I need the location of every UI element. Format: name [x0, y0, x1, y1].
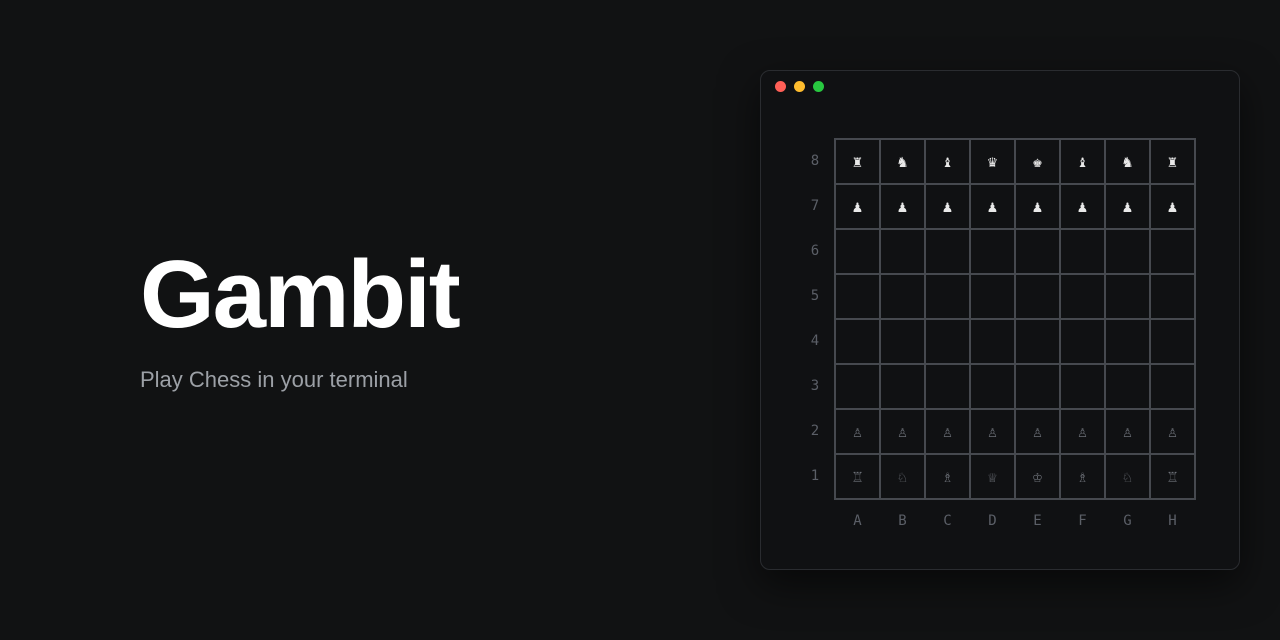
chess-square[interactable]: ♟: [835, 184, 880, 229]
rank-labels: 8 7 6 5 4 3 2 1: [804, 138, 826, 500]
chess-square[interactable]: [835, 229, 880, 274]
chess-square[interactable]: ♕: [970, 454, 1015, 499]
hero-title: Gambit: [140, 247, 720, 343]
chess-square[interactable]: [1015, 274, 1060, 319]
chess-square[interactable]: ♙: [1150, 409, 1195, 454]
chess-square[interactable]: ♗: [925, 454, 970, 499]
window-titlebar: [761, 71, 1239, 101]
chess-square[interactable]: [1150, 229, 1195, 274]
chess-square[interactable]: [835, 319, 880, 364]
chess-square[interactable]: ♟: [1015, 184, 1060, 229]
chess-square[interactable]: [1105, 274, 1150, 319]
terminal-window: 8 7 6 5 4 3 2 1 ♜♞♝♛♚♝♞♜♟♟♟♟♟♟♟♟♙♙♙♙♙♙♙♙…: [760, 70, 1240, 570]
chess-square[interactable]: ♝: [1060, 139, 1105, 184]
chess-square[interactable]: ♚: [1015, 139, 1060, 184]
chess-square[interactable]: [970, 364, 1015, 409]
chess-square[interactable]: [1105, 229, 1150, 274]
file-label: A: [835, 510, 880, 532]
chess-square[interactable]: [1150, 319, 1195, 364]
chess-square[interactable]: ♟: [1105, 184, 1150, 229]
chess-square[interactable]: [1105, 364, 1150, 409]
chess-square[interactable]: ♟: [925, 184, 970, 229]
zoom-icon[interactable]: [813, 81, 824, 92]
chess-square[interactable]: ♝: [925, 139, 970, 184]
chess-square[interactable]: [835, 274, 880, 319]
chess-square[interactable]: ♖: [835, 454, 880, 499]
chess-square[interactable]: ♜: [1150, 139, 1195, 184]
rank-label: 6: [804, 228, 826, 273]
file-label: G: [1105, 510, 1150, 532]
chess-square[interactable]: [970, 274, 1015, 319]
rank-label: 4: [804, 318, 826, 363]
hero-subtitle: Play Chess in your terminal: [140, 367, 720, 393]
chess-square[interactable]: ♙: [880, 409, 925, 454]
rank-label: 2: [804, 408, 826, 453]
file-label: B: [880, 510, 925, 532]
chess-square[interactable]: ♙: [1015, 409, 1060, 454]
chess-square[interactable]: ♘: [1105, 454, 1150, 499]
chess-square[interactable]: [880, 229, 925, 274]
chess-square[interactable]: [1105, 319, 1150, 364]
chess-square[interactable]: [925, 274, 970, 319]
chess-square[interactable]: [1060, 274, 1105, 319]
rank-label: 3: [804, 363, 826, 408]
chess-square[interactable]: [880, 319, 925, 364]
chess-square[interactable]: ♟: [1150, 184, 1195, 229]
chess-square[interactable]: ♙: [1060, 409, 1105, 454]
chess-square[interactable]: [1015, 229, 1060, 274]
chess-square[interactable]: [925, 229, 970, 274]
chess-square[interactable]: ♞: [1105, 139, 1150, 184]
chess-square[interactable]: ♟: [970, 184, 1015, 229]
chess-square[interactable]: ♘: [880, 454, 925, 499]
chess-square[interactable]: [970, 229, 1015, 274]
chess-square[interactable]: ♞: [880, 139, 925, 184]
file-label: C: [925, 510, 970, 532]
chess-square[interactable]: ♖: [1150, 454, 1195, 499]
chess-square[interactable]: [880, 274, 925, 319]
close-icon[interactable]: [775, 81, 786, 92]
chess-square[interactable]: [1060, 319, 1105, 364]
file-labels: A B C D E F G H: [835, 510, 1195, 532]
chess-square[interactable]: ♔: [1015, 454, 1060, 499]
chess-square[interactable]: ♟: [880, 184, 925, 229]
rank-label: 5: [804, 273, 826, 318]
chess-square[interactable]: [925, 364, 970, 409]
chess-square[interactable]: ♟: [1060, 184, 1105, 229]
chess-square[interactable]: [1060, 364, 1105, 409]
chess-square[interactable]: [970, 319, 1015, 364]
chess-square[interactable]: [1015, 364, 1060, 409]
chess-square[interactable]: ♗: [1060, 454, 1105, 499]
chess-square[interactable]: [1150, 364, 1195, 409]
rank-label: 1: [804, 453, 826, 498]
file-label: E: [1015, 510, 1060, 532]
file-label: D: [970, 510, 1015, 532]
chess-square[interactable]: [880, 364, 925, 409]
file-label: F: [1060, 510, 1105, 532]
file-label: H: [1150, 510, 1195, 532]
chess-square[interactable]: ♙: [835, 409, 880, 454]
chess-square[interactable]: ♙: [970, 409, 1015, 454]
chess-square[interactable]: [925, 319, 970, 364]
chess-square[interactable]: ♛: [970, 139, 1015, 184]
chess-square[interactable]: [835, 364, 880, 409]
chess-square[interactable]: [1150, 274, 1195, 319]
chess-square[interactable]: [1015, 319, 1060, 364]
chess-square[interactable]: ♙: [1105, 409, 1150, 454]
rank-label: 7: [804, 183, 826, 228]
chess-square[interactable]: ♙: [925, 409, 970, 454]
chess-square[interactable]: [1060, 229, 1105, 274]
rank-label: 8: [804, 138, 826, 183]
terminal-body: 8 7 6 5 4 3 2 1 ♜♞♝♛♚♝♞♜♟♟♟♟♟♟♟♟♙♙♙♙♙♙♙♙…: [761, 101, 1239, 569]
chess-board[interactable]: ♜♞♝♛♚♝♞♜♟♟♟♟♟♟♟♟♙♙♙♙♙♙♙♙♖♘♗♕♔♗♘♖: [834, 138, 1196, 500]
minimize-icon[interactable]: [794, 81, 805, 92]
chess-square[interactable]: ♜: [835, 139, 880, 184]
